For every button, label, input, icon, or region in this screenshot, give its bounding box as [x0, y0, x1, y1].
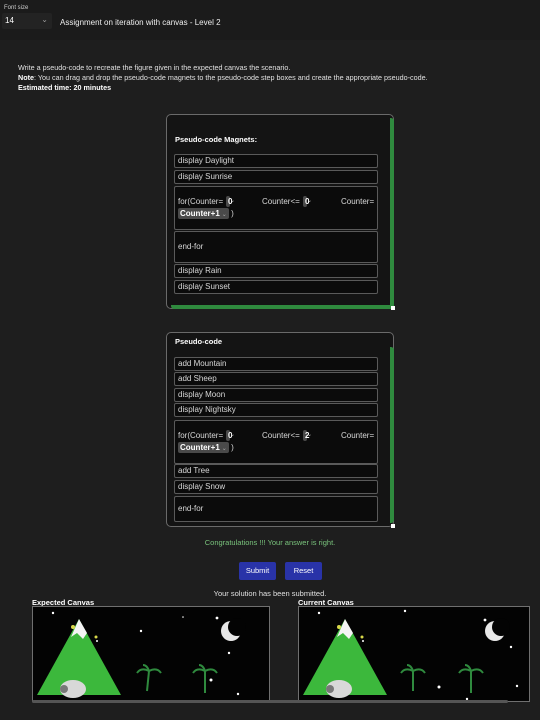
step-add-tree[interactable]: add Tree [174, 464, 378, 478]
panel-accent-bar [390, 118, 394, 308]
submit-button[interactable]: Submit [239, 562, 276, 580]
magnet-end-for[interactable]: end-for [174, 231, 378, 263]
instruction-note: Note: You can drag and drop the pseudo-c… [18, 73, 528, 83]
page-title: Assignment on iteration with canvas - Le… [60, 18, 221, 27]
palm-tree [400, 664, 426, 691]
horizontal-scrollbar[interactable] [32, 700, 508, 703]
magnet-for-loop[interactable]: for(Counter= 0 ⌄ Counter<= 0 ⌄ Counter= Co… [174, 186, 378, 230]
moon-shape [485, 618, 510, 641]
for-prefix: for(Counter= [178, 197, 224, 206]
reset-button[interactable]: Reset [285, 562, 322, 580]
success-message: Congratulations !!! Your answer is right… [204, 538, 336, 547]
magnet-display-daylight[interactable]: display Daylight [174, 154, 378, 168]
magnet-display-rain[interactable]: display Rain [174, 264, 378, 278]
chevron-down-icon: ⌄ [221, 212, 227, 218]
for-close-paren: ) [231, 443, 234, 452]
step-add-mountain[interactable]: add Mountain [174, 357, 378, 371]
current-canvas [298, 606, 530, 702]
for-prefix: for(Counter= [178, 431, 224, 440]
submitted-message: Your solution has been submitted. [213, 589, 327, 598]
font-size-select[interactable]: 14 ⌄ [2, 13, 52, 29]
chevron-down-icon: ⌄ [307, 432, 313, 438]
top-bar: Font size 14 ⌄ Assignment on iteration w… [0, 0, 540, 40]
magnet-display-sunset[interactable]: display Sunset [174, 280, 378, 294]
for-step-select[interactable]: Counter+1 ⌄ [178, 208, 229, 219]
chevron-down-icon: ⌄ [307, 198, 313, 204]
step-display-snow[interactable]: display Snow [174, 480, 378, 494]
scene-drawing [303, 609, 519, 701]
expected-canvas [32, 606, 270, 702]
panel-accent-bar [171, 305, 394, 309]
for-step-label: Counter= [341, 197, 375, 206]
chevron-down-icon: ⌄ [221, 446, 227, 452]
palm-tree [192, 664, 218, 693]
for-start-select[interactable]: 0 ⌄ [226, 430, 235, 441]
resize-handle[interactable] [391, 524, 395, 528]
scene-drawing [37, 611, 246, 698]
note-text: : You can drag and drop the pseudo-code … [33, 73, 428, 82]
palm-tree [136, 664, 162, 692]
chevron-down-icon: ⌄ [230, 198, 236, 204]
magnet-display-sunrise[interactable]: display Sunrise [174, 170, 378, 184]
font-size-value: 14 [5, 16, 14, 25]
pseudocode-title: Pseudo-code [175, 337, 223, 346]
for-end-select[interactable]: 2 ⌄ [303, 430, 312, 441]
step-display-nightsky[interactable]: display Nightsky [174, 403, 378, 417]
moon-shape [221, 618, 246, 641]
panel-accent-bar [390, 347, 394, 523]
sheep-shape [60, 680, 86, 698]
chevron-down-icon: ⌄ [230, 432, 236, 438]
step-display-moon[interactable]: display Moon [174, 388, 378, 402]
instruction-line: Write a pseudo-code to recreate the figu… [18, 63, 291, 72]
for-cond-label: Counter<= [262, 197, 300, 206]
for-end-select[interactable]: 0 ⌄ [303, 196, 312, 207]
step-end-for[interactable]: end-for [174, 496, 378, 522]
instructions: Write a pseudo-code to recreate the figu… [18, 63, 528, 93]
for-cond-label: Counter<= [262, 431, 300, 440]
for-step-select[interactable]: Counter+1 ⌄ [178, 442, 229, 453]
magnets-panel: Pseudo-code Magnets: display Daylight di… [166, 114, 395, 310]
chevron-down-icon: ⌄ [41, 15, 48, 24]
estimated-time: Estimated time: 20 minutes [18, 83, 112, 92]
palm-tree [458, 664, 484, 693]
for-step-label: Counter= [341, 431, 375, 440]
for-close-paren: ) [231, 209, 234, 218]
step-add-sheep[interactable]: add Sheep [174, 372, 378, 386]
for-start-select[interactable]: 0 ⌄ [226, 196, 235, 207]
step-for-loop[interactable]: for(Counter= 0 ⌄ Counter<= 2 ⌄ Counter= Co… [174, 420, 378, 464]
magnets-title: Pseudo-code Magnets: [175, 135, 258, 144]
font-size-label: Font size [4, 5, 29, 11]
note-label: Note [18, 73, 34, 82]
resize-handle[interactable] [391, 306, 395, 310]
sheep-shape [326, 680, 352, 698]
pseudocode-panel: Pseudo-code add Mountain add Sheep displ… [166, 332, 395, 528]
